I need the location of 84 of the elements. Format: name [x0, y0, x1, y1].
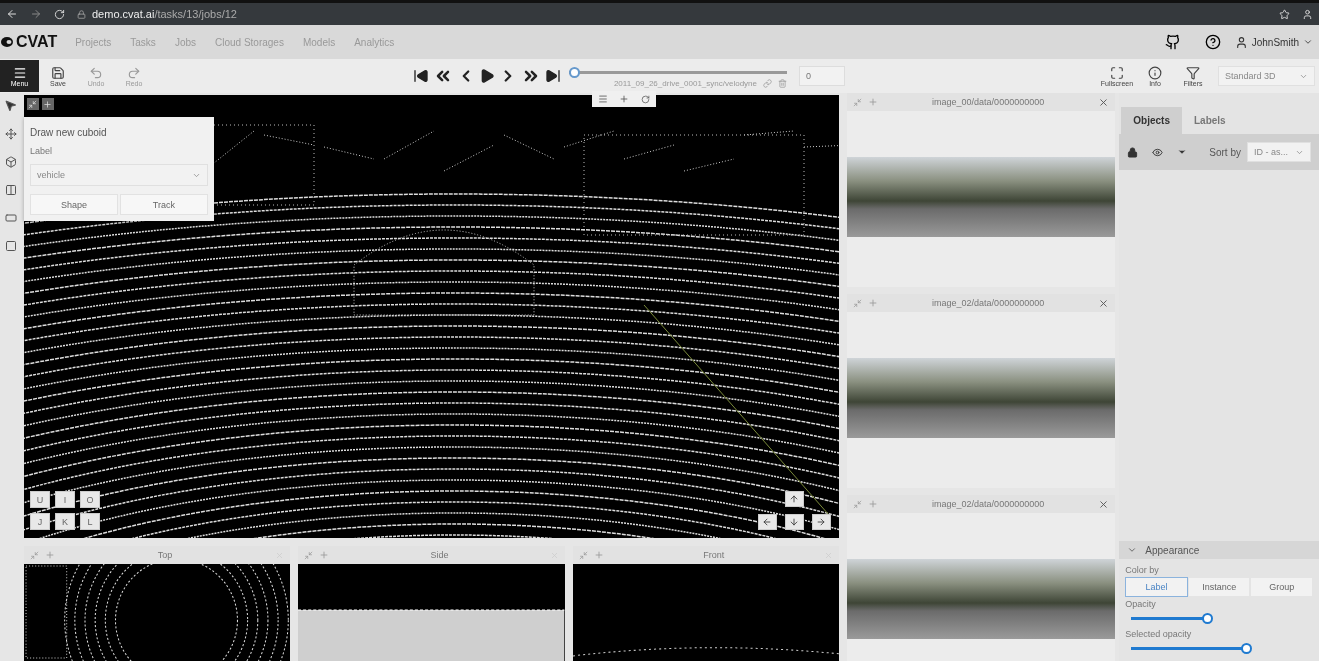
label-select[interactable]: vehicle	[29, 164, 208, 186]
plus-icon	[619, 94, 630, 104]
color-by-label: Color by	[1125, 565, 1160, 575]
appearance-title: Appearance	[1145, 544, 1200, 556]
appearance-header[interactable]: Appearance	[1119, 541, 1319, 559]
lock-icon[interactable]	[1127, 146, 1139, 158]
arrow-up-button[interactable]	[784, 491, 804, 507]
caret-icon[interactable]	[1177, 147, 1188, 157]
menu-icon	[597, 94, 608, 104]
fullscreen-icon	[1110, 65, 1124, 80]
frame-slider[interactable]	[569, 66, 787, 79]
sort-select[interactable]: ID - as...	[1247, 142, 1311, 162]
arrow-up-icon	[789, 494, 800, 504]
chevron-icon	[1127, 545, 1138, 555]
play-icon[interactable]	[479, 68, 495, 84]
rotate-icon	[641, 94, 651, 104]
user-menu[interactable]: JohnSmith	[1234, 35, 1313, 49]
camera-key[interactable]: I	[54, 491, 75, 508]
back-icon[interactable]	[6, 8, 18, 20]
star-icon[interactable]	[1279, 8, 1290, 20]
undo-icon	[89, 65, 103, 80]
profile-icon[interactable]	[1302, 8, 1313, 20]
arrow-right-icon	[816, 517, 827, 527]
github-icon[interactable]	[1164, 34, 1181, 50]
eye-icon[interactable]	[1152, 146, 1164, 158]
view-title: Front	[702, 550, 726, 560]
sidebar-tab[interactable]: Objects	[1121, 107, 1182, 134]
color-by-option[interactable]: Group	[1250, 577, 1313, 597]
plus-icon	[43, 99, 53, 109]
color-by-option[interactable]: Label	[1125, 577, 1188, 597]
slider-label: Opacity	[1125, 599, 1157, 609]
move-icon[interactable]	[4, 128, 17, 140]
view-title: Top	[156, 550, 174, 560]
frame-slider-thumb[interactable]	[569, 66, 580, 78]
reload-icon[interactable]	[54, 8, 65, 20]
sidebar-tab[interactable]: Labels	[1182, 107, 1238, 134]
arrow-left-button[interactable]	[757, 514, 777, 530]
slider-thumb[interactable]	[1240, 643, 1252, 654]
slider-thumb[interactable]	[1201, 613, 1213, 624]
close-icon[interactable]	[1098, 498, 1110, 510]
fit-icon	[28, 99, 38, 109]
close-icon[interactable]	[1098, 96, 1110, 108]
cursor-icon[interactable]	[4, 99, 18, 112]
workspace-select[interactable]: Standard 3D	[1218, 66, 1315, 86]
camera-title: image_02/data/0000000000	[931, 298, 1046, 308]
filter-icon	[1186, 65, 1200, 80]
arrow-right-button[interactable]	[811, 514, 831, 530]
camera-title: image_00/data/0000000000	[931, 97, 1046, 107]
address-bar-url[interactable]: demo.cvat.ai/tasks/13/jobs/12	[92, 8, 237, 20]
redo-icon	[127, 65, 141, 80]
first-frame-icon[interactable]	[413, 68, 429, 84]
camera-key[interactable]: U	[29, 491, 50, 508]
draw-button[interactable]: Shape	[29, 194, 118, 215]
arrow-down-icon	[789, 517, 800, 527]
camera-key[interactable]: L	[79, 513, 100, 530]
help-icon[interactable]	[1204, 34, 1221, 50]
user-icon	[1234, 35, 1248, 49]
cvat-logo[interactable]: CVAT	[0, 33, 58, 51]
camera-title: image_02/data/0000000000	[931, 499, 1046, 509]
view-title: Side	[429, 550, 450, 560]
sort-label: Sort by	[1209, 146, 1241, 158]
info-icon	[1148, 65, 1162, 80]
camera-key[interactable]: J	[29, 513, 50, 530]
caret-icon	[1303, 37, 1313, 47]
last-frame-icon[interactable]	[545, 68, 561, 84]
close-icon[interactable]	[1098, 297, 1110, 309]
slider-label: Selected opacity	[1125, 629, 1193, 639]
cuboid-icon[interactable]	[4, 156, 17, 168]
canvas-controls[interactable]	[591, 91, 656, 107]
frame-filename: 2011_09_26_drive_0001_sync/velodyne	[613, 78, 757, 88]
popover-title: Draw new cuboid	[29, 127, 108, 138]
menu-icon	[12, 65, 27, 80]
arrow-down-button[interactable]	[784, 514, 804, 530]
camera-key[interactable]: K	[54, 513, 75, 530]
frame-number-input[interactable]: 0	[799, 66, 845, 86]
color-by-option[interactable]: Instance	[1187, 577, 1251, 597]
arrow-left-icon	[762, 517, 773, 527]
lock-icon	[77, 9, 86, 19]
label-caption: Label	[29, 146, 53, 156]
save-icon	[51, 65, 65, 80]
camera-key[interactable]: O	[79, 491, 100, 508]
move-button[interactable]	[41, 98, 54, 110]
draw-button[interactable]: Track	[119, 194, 208, 215]
fit-button[interactable]	[26, 98, 39, 110]
